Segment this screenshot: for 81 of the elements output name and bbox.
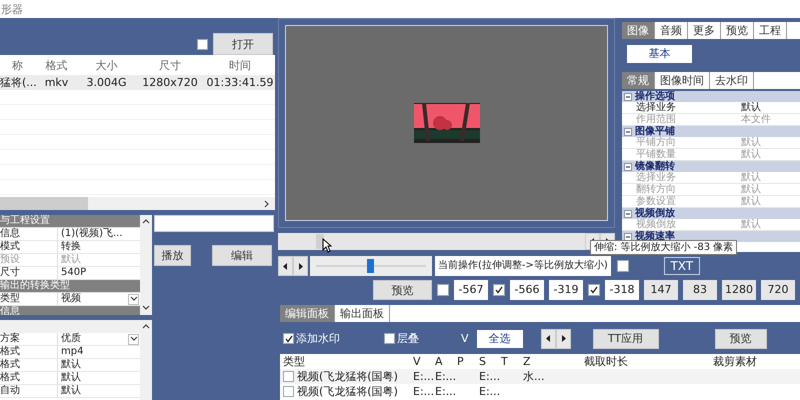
property-label: 平铺方向 bbox=[636, 137, 677, 148]
column-header: 尺寸 bbox=[158, 58, 182, 72]
category-header: 图像平铺 bbox=[635, 126, 675, 137]
property-label: 格式 bbox=[0, 372, 58, 384]
number-field: 83 bbox=[683, 280, 717, 300]
property-label: 尺寸 bbox=[0, 267, 58, 279]
table-cell-text: 水... bbox=[522, 369, 542, 384]
property-label: 预设 bbox=[0, 254, 58, 266]
table-cell-text: mkv bbox=[44, 76, 70, 89]
table-cell-text: E:... bbox=[412, 370, 432, 383]
column-header: 时间 bbox=[228, 58, 252, 72]
table-cell-text: 01:33:41.59 bbox=[206, 76, 274, 89]
category-header: 信息 bbox=[0, 306, 140, 315]
property-label: 视频倒放 bbox=[636, 219, 677, 230]
column-header: 裁剪素材 bbox=[712, 354, 758, 369]
column-header: V bbox=[412, 355, 422, 368]
property-value: 默认 bbox=[61, 359, 81, 371]
property-value: 默认 bbox=[741, 137, 762, 148]
property-value: 默认 bbox=[741, 172, 762, 183]
column-header: 格式 bbox=[44, 58, 68, 72]
category-header: 视频倒放 bbox=[635, 208, 675, 219]
operation-label: 当前操作(拉伸调整->等比例放大缩小) bbox=[435, 256, 611, 276]
property-label: 参数设置 bbox=[636, 196, 677, 207]
property-value: 540P bbox=[61, 267, 86, 279]
category-header: 镜像翻转 bbox=[635, 161, 675, 172]
checkbox-label: 添加水印 bbox=[296, 331, 340, 346]
property-value: 默认 bbox=[61, 254, 81, 266]
table-cell: 视频(飞龙猛将(国粤) bbox=[297, 369, 398, 384]
property-value: 默认 bbox=[741, 219, 762, 230]
v-label: V bbox=[461, 332, 469, 345]
column-header: 称 bbox=[11, 58, 24, 72]
property-label: 自动 bbox=[0, 385, 58, 397]
property-value: 默认 bbox=[61, 372, 81, 384]
table-cell-text: 1280x720 bbox=[141, 76, 199, 89]
category-header: 视频速率 bbox=[635, 231, 675, 242]
table-cell-text: E:... bbox=[478, 370, 498, 383]
number-field: 1280 bbox=[722, 280, 756, 300]
checkbox-label: 层叠 bbox=[397, 331, 419, 346]
property-label: 信息 bbox=[0, 228, 58, 240]
column-header: T bbox=[500, 355, 509, 368]
column-header: S bbox=[478, 355, 487, 368]
property-value: 默认 bbox=[741, 196, 762, 207]
table-cell-text: E:... bbox=[434, 370, 454, 383]
property-value: 优质 bbox=[61, 333, 81, 345]
number-field: 147 bbox=[644, 280, 678, 300]
number-field: 720 bbox=[761, 280, 795, 300]
table-cell-text: 3.004G bbox=[85, 76, 128, 89]
property-label: 类型 bbox=[0, 293, 58, 305]
property-value: 默认 bbox=[61, 385, 81, 397]
property-label: 翻转方向 bbox=[636, 184, 677, 195]
property-label: 格式 bbox=[0, 346, 58, 358]
property-value: 默认 bbox=[741, 149, 762, 160]
property-label: 模式 bbox=[0, 241, 58, 253]
property-label: 选择业务 bbox=[636, 102, 677, 113]
property-value: (1)(视频)飞... bbox=[61, 228, 123, 240]
category-header: 输出的转换类型 bbox=[0, 280, 140, 293]
column-header: A bbox=[434, 355, 444, 368]
table-cell: 猛将(... bbox=[0, 75, 35, 90]
property-label: 方案 bbox=[0, 333, 58, 345]
table-cell: 视频(飞龙猛将(国粤) bbox=[297, 384, 398, 399]
property-value: 默认 bbox=[741, 184, 762, 195]
column-header: P bbox=[456, 355, 465, 368]
table-cell-text: E:... bbox=[434, 385, 454, 398]
property-value: 视频 bbox=[61, 293, 81, 305]
property-value: mp4 bbox=[61, 346, 84, 358]
column-header: Z bbox=[522, 355, 532, 368]
property-label: 平铺数量 bbox=[636, 149, 677, 160]
property-value: 本文件 bbox=[741, 114, 772, 125]
column-header: 类型 bbox=[282, 354, 306, 369]
property-value: 默认 bbox=[741, 102, 762, 113]
window-title: 形器 bbox=[0, 2, 23, 16]
column-header: 大小 bbox=[94, 58, 118, 72]
table-cell-text: E:... bbox=[412, 385, 432, 398]
property-label: 作用范围 bbox=[636, 114, 677, 125]
category-header: 与工程设置 bbox=[0, 215, 140, 228]
property-value: 转换 bbox=[61, 241, 81, 253]
property-label: 选择业务 bbox=[636, 172, 677, 183]
column-header: 截取时长 bbox=[583, 354, 629, 369]
table-cell-text: E:... bbox=[478, 385, 498, 398]
property-label: 格式 bbox=[0, 359, 58, 371]
tooltip: 伸缩: 等比例放大缩小 -83 像素 bbox=[590, 240, 738, 255]
